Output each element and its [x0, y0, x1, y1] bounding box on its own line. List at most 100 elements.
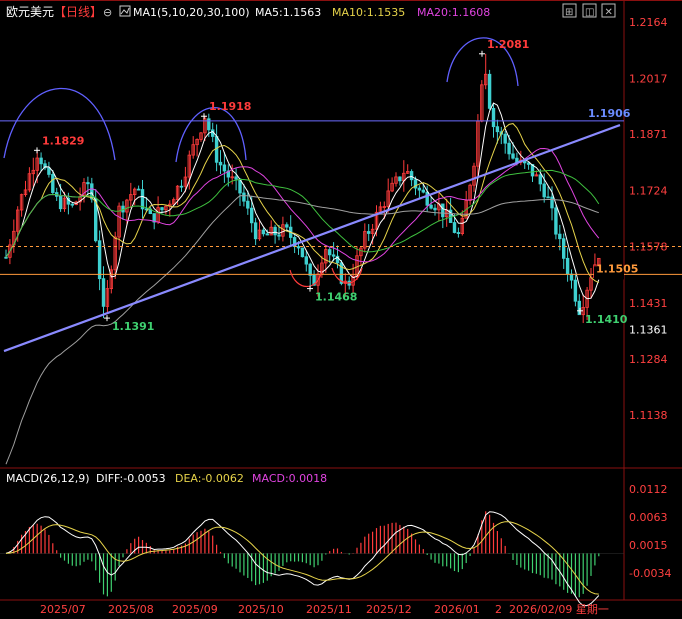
candle-body — [70, 203, 74, 206]
candle-body — [409, 171, 414, 181]
candle-body — [546, 196, 550, 199]
period-label[interactable]: 【日线】 — [54, 5, 102, 19]
candle-body — [222, 164, 227, 172]
price-tick-label: 1.2164 — [629, 16, 668, 29]
current-price-label: 1.1361 — [629, 324, 668, 337]
date-tick-label: 2025/12 — [366, 603, 412, 616]
candle-body — [136, 188, 141, 191]
price-tick-label: 1.1871 — [629, 128, 668, 141]
low-arc-1 — [289, 269, 323, 287]
candle-body — [285, 224, 289, 228]
candle-body — [550, 196, 554, 209]
candle-body — [452, 222, 457, 233]
price-tick-label: 1.1284 — [629, 353, 668, 366]
macd-tick-label: 0.0015 — [629, 539, 668, 552]
price-tick-label: 1.1431 — [629, 297, 668, 310]
candle-body — [265, 233, 269, 236]
macd-diff: DIFF:-0.0053 — [96, 472, 166, 485]
candle-body — [39, 157, 43, 165]
date-tick-label: 2025/11 — [306, 603, 352, 616]
candle-body — [491, 107, 496, 128]
ma-label: MA1(5,10,20,30,100) — [133, 6, 250, 19]
candle-body — [565, 257, 570, 275]
ma20-value: MA20:1.1608 — [417, 6, 490, 19]
candle-body — [331, 254, 336, 257]
date-tick-label-partial: 2 — [495, 603, 502, 616]
candle-body — [86, 182, 90, 185]
macd-tick-label: 0.0063 — [629, 511, 668, 524]
zoom-icon-glyph: ⊞ — [565, 7, 573, 18]
candle-body — [417, 187, 422, 191]
candle-body — [160, 207, 164, 211]
candle-body — [246, 200, 250, 209]
symbol-title: 欧元美元 — [6, 5, 54, 19]
candle-body — [573, 279, 578, 302]
candle-body — [507, 142, 511, 155]
macd-tick-label: -0.0034 — [629, 567, 671, 580]
candle-body — [58, 195, 63, 210]
candle-body — [554, 207, 558, 235]
date-tick-label: 2026/02/09 星期一 — [509, 603, 609, 616]
candle-body — [441, 203, 445, 218]
date-tick-label: 2025/10 — [238, 603, 284, 616]
price-tick-label: 1.2017 — [629, 72, 668, 85]
annotation-label: 1.1918 — [209, 100, 251, 113]
candle-body — [495, 126, 500, 133]
candle-body — [366, 231, 371, 234]
ma10-value: MA10:1.1535 — [332, 6, 405, 19]
candle-body — [538, 174, 542, 185]
date-tick-label: 2025/07 — [40, 603, 86, 616]
date-tick-label: 2025/08 — [108, 603, 154, 616]
annotation-label: 1.1410 — [585, 313, 628, 326]
close-icon-glyph: ✕ — [605, 7, 613, 18]
candle-body — [253, 222, 258, 240]
candle-body — [421, 189, 425, 193]
candle-body — [398, 176, 402, 182]
candle-body — [542, 183, 546, 198]
candle-body — [218, 161, 223, 166]
macd-value: MACD:0.0018 — [252, 472, 327, 485]
candle-body — [308, 263, 312, 276]
annotation-label: 1.1391 — [112, 320, 154, 333]
settings-icon[interactable]: ⊖ — [103, 6, 112, 19]
candle-body — [300, 247, 305, 258]
annotation-label: 1.1505 — [596, 262, 638, 275]
candle-body — [429, 204, 433, 209]
candle-body — [304, 256, 308, 265]
date-tick-label: 2026/01 — [434, 603, 480, 616]
candle-body — [562, 238, 566, 259]
toolbar-buttons: ⊞ ◫ ✕ — [562, 3, 616, 18]
candle-body — [51, 174, 55, 193]
annotation-label: 1.1906 — [588, 107, 631, 120]
candle-body — [327, 249, 332, 256]
candle-body — [273, 226, 277, 236]
candle-body — [47, 167, 51, 175]
annotation-label: 1.1829 — [42, 134, 84, 147]
candle-body — [101, 278, 106, 307]
ma5-value: MA5:1.1563 — [255, 6, 321, 19]
candle-body — [558, 233, 562, 240]
macd-dea: DEA:-0.0062 — [175, 472, 244, 485]
candle-body — [511, 153, 515, 159]
candle-body — [242, 192, 246, 202]
macd-label: MACD(26,12,9) — [6, 472, 90, 485]
candle-body — [234, 176, 238, 180]
eurusd-daily-chart[interactable]: 欧元美元 【日线】 ⊖ MA1(5,10,20,30,100) MA5:1.15… — [0, 0, 682, 619]
candle-body — [503, 133, 507, 144]
price-tick-label: 1.1138 — [629, 409, 668, 422]
price-tick-label: 1.1724 — [629, 185, 668, 198]
candle-body — [261, 229, 266, 235]
candle-body — [456, 232, 461, 234]
indicator-icon-line — [120, 7, 130, 15]
candle-body — [249, 207, 254, 224]
candle-body — [277, 234, 281, 237]
annotation-label: 1.2081 — [487, 38, 529, 51]
candle-body — [296, 246, 301, 249]
candle-body — [425, 191, 429, 206]
chart-window: 欧元美元 【日线】 ⊖ MA1(5,10,20,30,100) MA5:1.15… — [0, 0, 682, 619]
candle-body — [433, 207, 437, 211]
candle-body — [4, 256, 8, 259]
candle-body — [179, 185, 184, 188]
annotation-label: 1.1468 — [315, 291, 357, 304]
left-shoulder-arc — [3, 87, 116, 161]
